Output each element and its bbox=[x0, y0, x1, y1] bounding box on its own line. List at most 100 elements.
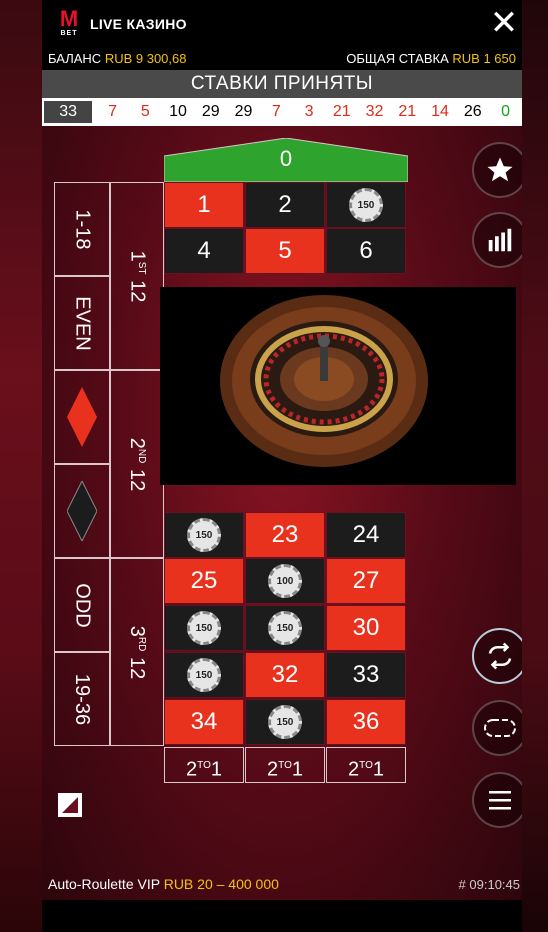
number-cell[interactable]: 33 bbox=[326, 652, 406, 698]
close-icon[interactable]: ✕ bbox=[486, 6, 522, 42]
number-label: 27 bbox=[352, 567, 380, 594]
bet-chip: 150 bbox=[349, 188, 383, 222]
balance-label: БАЛАНС bbox=[48, 51, 102, 66]
bet-chip: 150 bbox=[268, 611, 302, 645]
history-number: 29 bbox=[201, 103, 220, 120]
app-window: M BET LIVE КАЗИНО ✕ БАЛАНС RUB 9 300,68 … bbox=[42, 0, 522, 932]
number-label: 23 bbox=[271, 521, 299, 548]
number-cell[interactable]: 5 bbox=[245, 228, 325, 274]
history-number: 3 bbox=[304, 103, 314, 120]
zero-label: 0 bbox=[279, 146, 293, 171]
total-bet-value: RUB 1 650 bbox=[452, 51, 516, 66]
history-number: 0 bbox=[501, 103, 510, 120]
number-cell[interactable]: 150 bbox=[164, 652, 244, 698]
number-cell[interactable]: 100 bbox=[245, 558, 325, 604]
stats-icon bbox=[488, 228, 512, 252]
number-cell[interactable]: 25 bbox=[164, 558, 244, 604]
bet-limits: RUB 20 – 400 000 bbox=[163, 876, 279, 892]
bet-even[interactable]: EVEN bbox=[54, 276, 110, 370]
racetrack-icon bbox=[484, 719, 516, 737]
number-cell[interactable]: 32 bbox=[245, 652, 325, 698]
number-label: 1 bbox=[197, 191, 211, 218]
number-label: 34 bbox=[190, 708, 218, 735]
balance-bar: БАЛАНС RUB 9 300,68 ОБЩАЯ СТАВКА RUB 1 6… bbox=[42, 48, 522, 70]
page-title: LIVE КАЗИНО bbox=[90, 16, 187, 32]
game-name: Auto-Roulette VIP bbox=[48, 876, 160, 892]
bet-first-dozen[interactable]: 1ST 12 bbox=[110, 182, 164, 370]
column-bet-2[interactable]: 2TO1 bbox=[245, 747, 325, 783]
number-label: 24 bbox=[352, 521, 380, 548]
racetrack-button[interactable] bbox=[472, 700, 522, 756]
history-number: 7 bbox=[271, 103, 281, 120]
history-number: 21 bbox=[332, 103, 351, 120]
star-icon bbox=[487, 157, 513, 182]
number-cell[interactable]: 24 bbox=[326, 512, 406, 558]
history-number: 32 bbox=[365, 103, 384, 120]
history-number: 26 bbox=[463, 103, 482, 120]
number-cell[interactable]: 150 bbox=[164, 512, 244, 558]
system-nav-bar bbox=[42, 900, 522, 932]
number-cell[interactable]: 150 bbox=[164, 605, 244, 651]
column-bet-1[interactable]: 2TO1 bbox=[164, 747, 244, 783]
number-cell[interactable]: 30 bbox=[326, 605, 406, 651]
bet-black[interactable] bbox=[54, 464, 110, 558]
roulette-wheel-image bbox=[220, 295, 428, 467]
bet-1-18[interactable]: 1-18 bbox=[54, 182, 110, 276]
total-bet-label: ОБЩАЯ СТАВКА bbox=[346, 51, 449, 66]
number-cell[interactable]: 6 bbox=[326, 228, 406, 274]
bet-chip: 150 bbox=[187, 658, 221, 692]
number-label: 25 bbox=[190, 567, 218, 594]
number-label: 6 bbox=[359, 237, 373, 264]
menu-icon bbox=[489, 791, 511, 810]
bet-chip: 150 bbox=[187, 518, 221, 552]
bet-second-dozen[interactable]: 2ND 12 bbox=[110, 370, 164, 558]
number-label: 36 bbox=[352, 708, 380, 735]
number-cell[interactable]: 150 bbox=[245, 699, 325, 745]
history-number: 5 bbox=[140, 103, 150, 120]
number-label: 32 bbox=[271, 661, 299, 688]
history-number: 10 bbox=[169, 103, 187, 120]
number-cell[interactable]: 1 bbox=[164, 182, 244, 228]
number-label: 30 bbox=[352, 614, 380, 641]
bets-status: СТАВКИ ПРИНЯТЫ bbox=[42, 70, 522, 98]
autoplay-button[interactable] bbox=[472, 628, 522, 684]
game-info: Auto-Roulette VIP RUB 20 – 400 000 bbox=[48, 876, 279, 892]
favorites-button[interactable] bbox=[472, 142, 522, 198]
background-right bbox=[522, 0, 548, 932]
fullscreen-icon[interactable] bbox=[56, 791, 84, 819]
number-cell[interactable]: 150 bbox=[245, 605, 325, 651]
bet-red[interactable] bbox=[54, 370, 110, 464]
number-cell[interactable]: 150 bbox=[326, 182, 406, 228]
history-number: 21 bbox=[398, 103, 417, 120]
number-cell[interactable]: 36 bbox=[326, 699, 406, 745]
number-cell[interactable]: 23 bbox=[245, 512, 325, 558]
number-cell[interactable]: 34 bbox=[164, 699, 244, 745]
bet-third-dozen[interactable]: 3RD 12 bbox=[110, 558, 164, 746]
number-cell[interactable]: 2 bbox=[245, 182, 325, 228]
number-cell[interactable]: 4 bbox=[164, 228, 244, 274]
top-bar: M BET LIVE КАЗИНО ✕ bbox=[42, 0, 522, 48]
number-label: 33 bbox=[352, 661, 380, 688]
number-label: 2 bbox=[278, 191, 292, 218]
history-number: 14 bbox=[431, 103, 449, 120]
bet-chip: 150 bbox=[187, 611, 221, 645]
history-number: 7 bbox=[108, 103, 117, 120]
bet-19-36[interactable]: 19-36 bbox=[54, 652, 110, 746]
menu-button[interactable] bbox=[472, 772, 522, 828]
bet-chip: 100 bbox=[268, 564, 302, 598]
history-number: 29 bbox=[234, 103, 253, 120]
column-bet-3[interactable]: 2TO1 bbox=[326, 747, 406, 783]
history-number: 33 bbox=[44, 101, 93, 123]
results-history: 33 7 5 10 29 29 7 3 21 32 21 14 26 0 bbox=[42, 98, 522, 126]
number-cell[interactable]: 27 bbox=[326, 558, 406, 604]
round-id: # 09:10:45 bbox=[458, 877, 520, 892]
bet-odd[interactable]: ODD bbox=[54, 558, 110, 652]
background-left bbox=[0, 0, 42, 932]
number-label: 5 bbox=[278, 237, 292, 264]
mbet-logo: M BET bbox=[59, 6, 79, 38]
bet-chip: 150 bbox=[268, 705, 302, 739]
balance-value: RUB 9 300,68 bbox=[104, 51, 187, 66]
red-diamond-icon bbox=[67, 387, 97, 447]
number-label: 4 bbox=[197, 237, 211, 264]
statistics-button[interactable] bbox=[472, 212, 522, 268]
